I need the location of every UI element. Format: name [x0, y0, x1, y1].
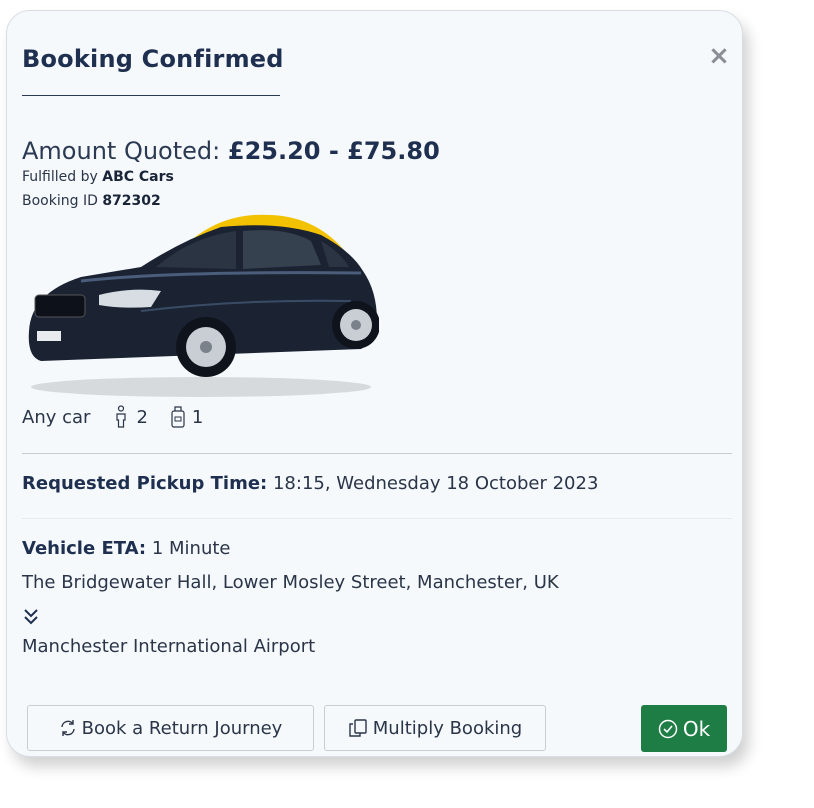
pickup-value: 18:15, Wednesday 18 October 2023	[272, 473, 599, 494]
passenger-icon	[112, 405, 130, 429]
requested-pickup-time: Requested Pickup Time: 18:15, Wednesday …	[22, 473, 598, 494]
vehicle-type: Any car	[22, 406, 91, 428]
luggage-count: 1	[191, 406, 204, 428]
vehicle-summary: Any car 2 1	[22, 404, 203, 430]
vehicle-eta: Vehicle ETA: 1 Minute	[22, 538, 230, 559]
fulfilled-by-value: ABC Cars	[102, 169, 174, 185]
fulfilled-by-label: Fulfilled by	[22, 169, 98, 185]
double-chevron-down-icon	[24, 609, 38, 625]
ok-label: Ok	[682, 716, 711, 741]
section-divider	[22, 453, 732, 454]
route-to: Manchester International Airport	[22, 636, 316, 657]
copy-icon	[348, 718, 368, 738]
amount-quoted: Amount Quoted: £25.20 - £75.80	[22, 137, 440, 165]
close-button[interactable]: ×	[708, 43, 730, 69]
multiply-booking-label: Multiply Booking	[372, 717, 523, 739]
booking-id-value: 872302	[102, 193, 161, 209]
amount-quoted-label: Amount Quoted:	[22, 137, 221, 165]
book-return-journey-button[interactable]: Book a Return Journey	[27, 705, 314, 751]
eta-label: Vehicle ETA:	[22, 538, 147, 559]
multiply-booking-button[interactable]: Multiply Booking	[324, 705, 546, 751]
booking-id: Booking ID 872302	[22, 193, 161, 209]
dialog-title: Booking Confirmed	[22, 45, 284, 73]
pickup-label: Requested Pickup Time:	[22, 473, 268, 494]
check-circle-icon	[658, 719, 678, 739]
route-from: The Bridgewater Hall, Lower Mosley Stree…	[22, 572, 559, 593]
ok-button[interactable]: Ok	[641, 705, 727, 752]
section-divider-light	[22, 518, 732, 519]
book-return-journey-label: Book a Return Journey	[81, 717, 283, 739]
taxi-car-image	[28, 214, 379, 397]
luggage-icon	[170, 405, 186, 429]
amount-quoted-value: £25.20 - £75.80	[227, 137, 440, 165]
title-underline	[22, 95, 280, 96]
eta-value: 1 Minute	[151, 538, 231, 559]
refresh-icon	[59, 719, 77, 737]
fulfilled-by: Fulfilled by ABC Cars	[22, 169, 174, 185]
passenger-count: 2	[136, 406, 148, 428]
booking-id-label: Booking ID	[22, 193, 98, 209]
booking-confirmed-dialog: Booking Confirmed × Amount Quoted: £25.2…	[6, 10, 743, 757]
